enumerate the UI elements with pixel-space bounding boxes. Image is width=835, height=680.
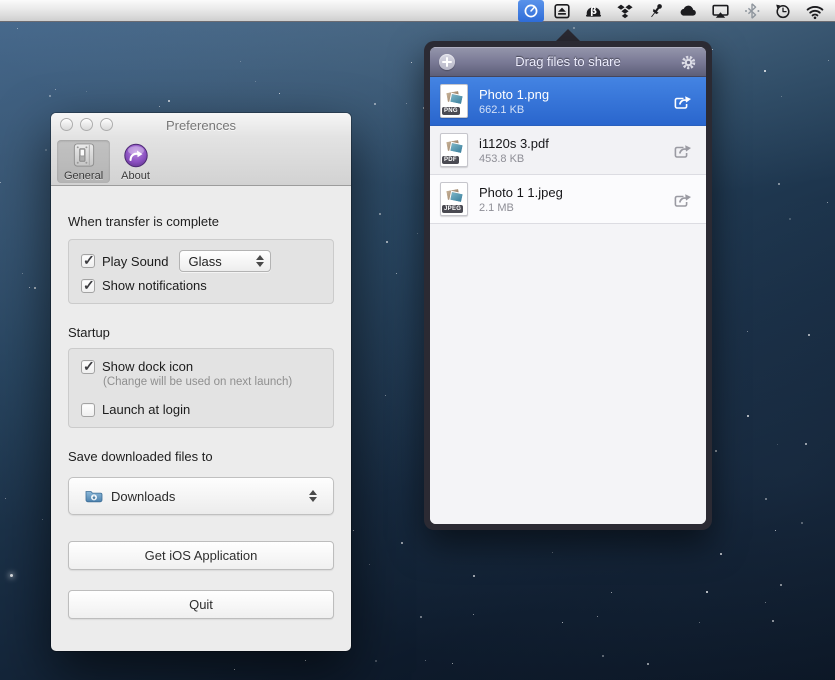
eject-box-icon[interactable] [549, 0, 575, 22]
file-row[interactable]: JPEG Photo 1 1.jpeg 2.1 MB [430, 175, 706, 224]
close-button[interactable] [60, 118, 73, 131]
file-name: i1120s 3.pdf [479, 135, 672, 152]
file-size: 662.1 KB [479, 103, 672, 117]
plus-icon [442, 57, 452, 67]
zoom-button[interactable] [100, 118, 113, 131]
file-type-icon: PDF [440, 133, 468, 167]
play-sound-label: Play Sound [102, 254, 169, 269]
about-icon [123, 142, 149, 169]
popover-header: Drag files to share [430, 47, 706, 77]
switch-icon [71, 142, 97, 169]
file-name: Photo 1 1.jpeg [479, 184, 672, 201]
popover-title: Drag files to share [430, 54, 706, 69]
file-row[interactable]: PNG Photo 1.png 662.1 KB [430, 77, 706, 126]
preferences-window: Preferences General About [51, 113, 351, 651]
tab-general[interactable]: General [57, 140, 110, 183]
save-folder-value: Downloads [111, 489, 309, 504]
app-timer-icon[interactable] [518, 0, 544, 22]
preferences-toolbar: General About [51, 137, 351, 186]
airplay-icon[interactable] [707, 0, 734, 22]
title-bar[interactable]: Preferences [51, 113, 351, 137]
share-icon [673, 93, 693, 110]
dock-icon-note: (Change will be used on next launch) [103, 376, 321, 388]
menu-bar: β [0, 0, 835, 22]
startup-groupbox: Show dock icon (Change will be used on n… [68, 348, 334, 428]
time-machine-icon[interactable] [770, 0, 796, 22]
sound-select[interactable]: Glass [179, 250, 271, 272]
share-icon [673, 191, 693, 208]
file-type-icon: PNG [440, 84, 468, 118]
gear-icon [680, 54, 697, 71]
file-size: 453.8 KB [479, 152, 672, 166]
minimize-button[interactable] [80, 118, 93, 131]
tab-general-label: General [64, 170, 103, 182]
quit-button[interactable]: Quit [68, 590, 334, 619]
file-type-badge: PNG [442, 107, 460, 115]
bluetooth-icon[interactable] [739, 0, 765, 22]
stepper-arrows-icon [309, 490, 317, 502]
tab-about-label: About [121, 170, 150, 182]
file-row[interactable]: PDF i1120s 3.pdf 453.8 KB [430, 126, 706, 175]
file-size: 2.1 MB [479, 201, 672, 215]
show-notifications-label: Show notifications [102, 278, 207, 293]
show-dock-icon-checkbox[interactable] [81, 360, 95, 374]
file-type-badge: JPEG [442, 205, 463, 213]
tab-about[interactable]: About [114, 140, 157, 183]
save-folder-select[interactable]: Downloads [68, 477, 334, 515]
downloads-folder-icon [85, 489, 103, 503]
sound-select-value: Glass [189, 254, 256, 269]
transfer-groupbox: Play Sound Glass Show notifications [68, 239, 334, 304]
share-file-button[interactable] [672, 91, 694, 111]
file-type-icon: JPEG [440, 182, 468, 216]
share-file-button[interactable] [672, 140, 694, 160]
popover-empty-area [430, 224, 706, 524]
play-sound-checkbox[interactable] [81, 254, 95, 268]
add-file-button[interactable] [439, 54, 455, 70]
beta-icon[interactable]: β [580, 0, 607, 22]
transfer-section-title: When transfer is complete [68, 214, 334, 229]
settings-button[interactable] [680, 54, 697, 71]
dropbox-icon[interactable] [612, 0, 638, 22]
show-dock-icon-label: Show dock icon [102, 359, 193, 374]
save-section-title: Save downloaded files to [68, 449, 334, 464]
stepper-arrows-icon [256, 255, 264, 267]
launch-at-login-label: Launch at login [102, 402, 190, 417]
cloud-icon[interactable] [674, 0, 702, 22]
file-type-badge: PDF [442, 156, 459, 164]
wifi-icon[interactable] [801, 0, 829, 22]
show-notifications-checkbox[interactable] [81, 279, 95, 293]
file-name: Photo 1.png [479, 86, 672, 103]
pushpin-icon[interactable] [643, 0, 669, 22]
launch-at-login-checkbox[interactable] [81, 403, 95, 417]
file-list: PNG Photo 1.png 662.1 KB PDF i1120s 3.pd… [430, 77, 706, 224]
svg-text:β: β [590, 6, 597, 17]
share-file-button[interactable] [672, 189, 694, 209]
popover-frame: Drag files to share PNG Photo 1.png 662.… [424, 41, 712, 530]
startup-section-title: Startup [68, 325, 334, 340]
share-icon [673, 142, 693, 159]
get-ios-app-button[interactable]: Get iOS Application [68, 541, 334, 570]
